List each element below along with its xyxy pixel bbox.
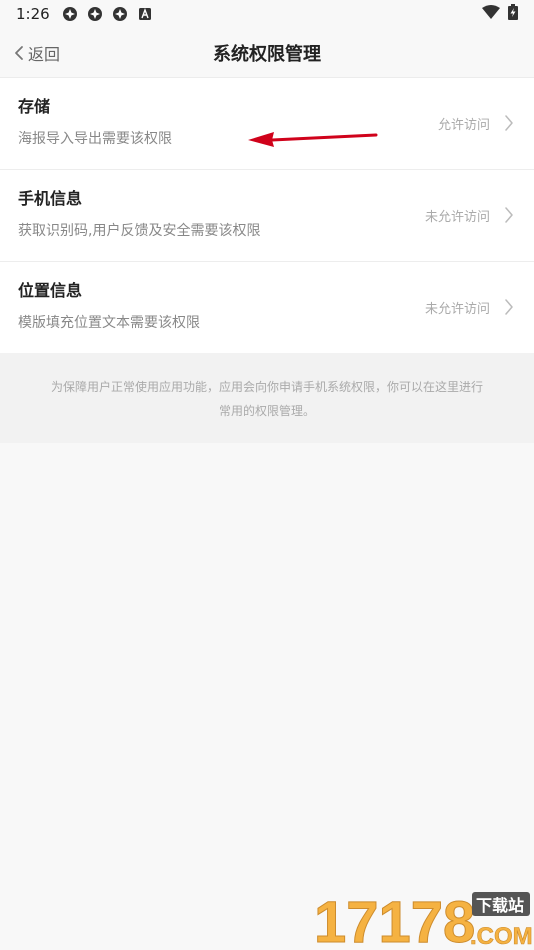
app-notification-icon <box>87 6 104 23</box>
app-notification-icon <box>62 6 79 23</box>
chevron-right-icon <box>505 115 513 131</box>
note-line: 为保障用户正常使用应用功能，应用会向你申请手机系统权限，你可以在这里进行 <box>50 380 483 394</box>
watermark-site: 下载站 <box>476 896 524 915</box>
red-arrow-annotation <box>248 132 378 147</box>
keyboard-a-icon <box>137 6 154 23</box>
back-button[interactable]: 返回 <box>14 28 60 78</box>
status-time: 1:26 <box>16 5 50 23</box>
note-line: 常用的权限管理。 <box>218 404 315 418</box>
nav-bar: 返回 系统权限管理 <box>0 28 534 78</box>
permission-status: 未允许访问 <box>424 210 490 225</box>
chevron-left-icon <box>15 46 23 60</box>
page-title: 系统权限管理 <box>213 43 321 65</box>
watermark-domain: .COM <box>470 923 533 950</box>
back-label: 返回 <box>28 45 61 64</box>
permission-item-phone-info[interactable]: 手机信息 获取识别码,用户反馈及安全需要该权限 未允许访问 <box>0 170 534 262</box>
status-bar: 1:26 <box>0 0 534 28</box>
permission-note: 为保障用户正常使用应用功能，应用会向你申请手机系统权限，你可以在这里进行 常用的… <box>0 353 534 443</box>
chevron-right-icon <box>505 299 513 315</box>
app-notification-icon <box>112 6 129 23</box>
permission-status: 允许访问 <box>437 118 490 133</box>
permission-status: 未允许访问 <box>424 302 490 317</box>
permission-list: 存储 海报导入导出需要该权限 允许访问 手机信息 获取识别码,用户反馈及安全需要… <box>0 78 534 354</box>
watermark-number: 17178 <box>314 890 475 950</box>
site-watermark-logo: 17178 下载站 .COM <box>314 890 533 950</box>
wifi-icon <box>482 5 500 23</box>
permission-item-storage[interactable]: 存储 海报导入导出需要该权限 允许访问 <box>0 78 534 170</box>
battery-charging-icon <box>508 4 518 24</box>
permission-item-location[interactable]: 位置信息 模版填充位置文本需要该权限 未允许访问 <box>0 262 534 354</box>
chevron-right-icon <box>505 207 513 223</box>
